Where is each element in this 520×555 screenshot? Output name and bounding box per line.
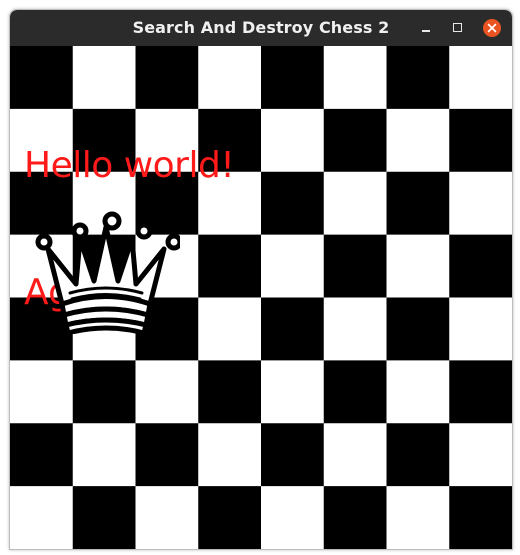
board-square-r4-c4[interactable]: [261, 297, 325, 361]
board-square-r7-c1[interactable]: [72, 486, 136, 549]
board-square-r0-c6[interactable]: [386, 46, 450, 110]
board-square-r5-c2[interactable]: [135, 360, 199, 424]
board-square-r4-c6[interactable]: [386, 297, 450, 361]
board-square-r7-c6[interactable]: [386, 486, 450, 549]
board-square-r6-c5[interactable]: [323, 423, 387, 487]
board-square-r1-c7[interactable]: [449, 108, 512, 173]
board-square-r5-c5[interactable]: [323, 360, 387, 424]
board-square-r3-c5[interactable]: [323, 234, 387, 299]
board-square-r6-c6[interactable]: [386, 423, 450, 487]
minimize-icon: [422, 30, 430, 32]
board-square-r5-c0[interactable]: [10, 360, 74, 424]
board-square-r0-c2[interactable]: [135, 46, 199, 110]
board-square-r7-c3[interactable]: [198, 486, 262, 549]
board-square-r4-c3[interactable]: [198, 297, 262, 361]
board-square-r3-c7[interactable]: [449, 234, 512, 299]
maximize-icon: [453, 23, 462, 32]
board-square-r5-c7[interactable]: [449, 360, 512, 424]
board-square-r0-c1[interactable]: [72, 46, 136, 110]
board-square-r1-c4[interactable]: [261, 108, 325, 173]
board-square-r0-c7[interactable]: [449, 46, 512, 110]
board-square-r2-c7[interactable]: [449, 171, 512, 236]
board-square-r4-c7[interactable]: [449, 297, 512, 361]
board-square-r5-c1[interactable]: [72, 360, 136, 424]
board-square-r6-c4[interactable]: [261, 423, 325, 487]
game-canvas[interactable]: Hello world! Ag: [10, 46, 512, 549]
board-square-r7-c0[interactable]: [10, 486, 74, 549]
board-square-r5-c4[interactable]: [261, 360, 325, 424]
white-queen-piece[interactable]: [32, 189, 180, 334]
close-x-glyph: [487, 23, 497, 33]
board-square-r3-c4[interactable]: [261, 234, 325, 299]
app-window: Search And Destroy Chess 2 Hello world! …: [9, 9, 513, 550]
board-square-r6-c0[interactable]: [10, 423, 74, 487]
board-square-r1-c6[interactable]: [386, 108, 450, 173]
hello-world-text: Hello world!: [24, 145, 235, 186]
board-square-r7-c2[interactable]: [135, 486, 199, 549]
board-square-r6-c1[interactable]: [72, 423, 136, 487]
board-square-r5-c3[interactable]: [198, 360, 262, 424]
board-square-r6-c7[interactable]: [449, 423, 512, 487]
close-icon: [483, 19, 501, 37]
board-square-r2-c5[interactable]: [323, 171, 387, 236]
board-square-r5-c6[interactable]: [386, 360, 450, 424]
board-square-r0-c3[interactable]: [198, 46, 262, 110]
title-bar[interactable]: Search And Destroy Chess 2: [10, 10, 512, 46]
board-square-r3-c3[interactable]: [198, 234, 262, 299]
minimize-button[interactable]: [415, 17, 437, 39]
board-square-r1-c5[interactable]: [323, 108, 387, 173]
close-button[interactable]: [481, 17, 503, 39]
board-square-r4-c5[interactable]: [323, 297, 387, 361]
board-square-r7-c5[interactable]: [323, 486, 387, 549]
board-square-r6-c3[interactable]: [198, 423, 262, 487]
board-square-r6-c2[interactable]: [135, 423, 199, 487]
board-square-r0-c4[interactable]: [261, 46, 325, 110]
board-square-r7-c7[interactable]: [449, 486, 512, 549]
board-square-r2-c4[interactable]: [261, 171, 325, 236]
board-square-r7-c4[interactable]: [261, 486, 325, 549]
board-square-r3-c6[interactable]: [386, 234, 450, 299]
board-square-r2-c6[interactable]: [386, 171, 450, 236]
board-square-r0-c0[interactable]: [10, 46, 74, 110]
board-square-r0-c5[interactable]: [323, 46, 387, 110]
maximize-button[interactable]: [447, 17, 469, 39]
